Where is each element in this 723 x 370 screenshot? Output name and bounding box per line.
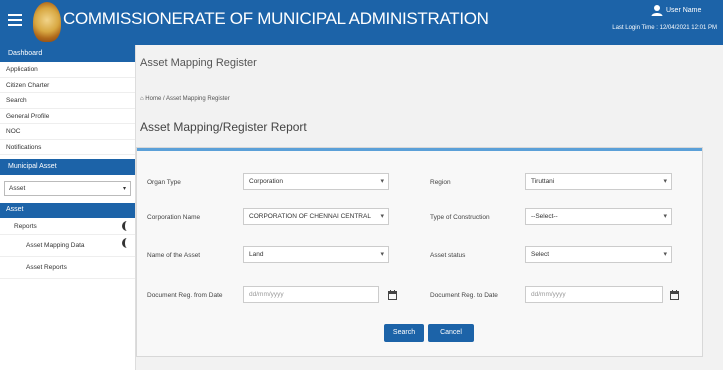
calendar-icon[interactable] (388, 290, 397, 300)
reg-from-date-label: Document Reg. from Date (147, 292, 223, 299)
chevron-down-icon: ▾ (122, 186, 126, 192)
sidebar-reports-label: Reports (14, 223, 37, 230)
construction-type-select[interactable]: --Select-- ▾ (525, 208, 672, 225)
collapse-arrow-icon (122, 238, 127, 248)
sidebar-module-title: Municipal Asset (0, 159, 135, 175)
corporation-name-label: Corporation Name (147, 214, 201, 221)
chevron-down-icon: ▾ (380, 213, 384, 220)
organ-type-select[interactable]: Corporation ▾ (243, 173, 389, 190)
breadcrumb-current: Asset Mapping Register (166, 96, 230, 102)
chevron-down-icon: ▾ (663, 213, 667, 220)
organ-type-value: Corporation (249, 178, 283, 185)
sidebar: Dashboard Application Citizen Charter Se… (0, 45, 136, 370)
chevron-down-icon: ▾ (663, 251, 667, 258)
sidebar-item-application[interactable]: Application (0, 62, 135, 78)
sidebar-section-title: Dashboard (0, 45, 135, 62)
sidebar-item-reports[interactable]: Reports (0, 218, 135, 235)
sidebar-module-value: Asset (9, 185, 26, 192)
sidebar-module-select[interactable]: Asset ▾ (4, 181, 131, 196)
region-label: Region (430, 179, 451, 186)
chevron-down-icon: ▾ (380, 251, 384, 258)
user-name[interactable]: User Name (666, 7, 701, 14)
region-select[interactable]: Tiruttani ▾ (525, 173, 672, 190)
sidebar-asset-header[interactable]: Asset (0, 203, 135, 218)
last-login-time: Last Login Time : 12/04/2021 12:01 PM (612, 25, 717, 31)
construction-type-label: Type of Construction (430, 214, 490, 221)
top-header: COMMISSIONERATE OF MUNICIPAL ADMINISTRAT… (0, 0, 723, 45)
cancel-button[interactable]: Cancel (428, 324, 474, 342)
reg-to-date-label: Document Reg. to Date (430, 292, 498, 299)
construction-type-value: --Select-- (531, 213, 558, 220)
asset-name-value: Land (249, 251, 264, 258)
user-icon[interactable] (651, 4, 663, 16)
corporation-name-select[interactable]: CORPORATION OF CHENNAI CENTRAL ▾ (243, 208, 389, 225)
collapse-arrow-icon (122, 221, 127, 231)
reg-from-date-input[interactable]: dd/mm/yyyy (243, 286, 379, 303)
calendar-icon[interactable] (670, 290, 679, 300)
chevron-down-icon: ▾ (663, 178, 667, 185)
chevron-down-icon: ▾ (380, 178, 384, 185)
sidebar-child-label: Asset Mapping Data (26, 242, 85, 249)
sidebar-item-asset-reports[interactable]: Asset Reports (0, 257, 135, 279)
government-emblem-logo (33, 2, 61, 42)
sidebar-child-label: Asset Reports (26, 264, 67, 271)
region-value: Tiruttani (531, 178, 555, 185)
breadcrumb: ⌂ Home / Asset Mapping Register (140, 96, 230, 102)
organ-type-label: Organ Type (147, 179, 181, 186)
page-title: Asset Mapping Register (140, 57, 257, 69)
asset-name-select[interactable]: Land ▾ (243, 246, 389, 263)
sidebar-item-notifications[interactable]: Notifications (0, 140, 135, 155)
sidebar-item-general-profile[interactable]: General Profile (0, 109, 135, 124)
search-button[interactable]: Search (384, 324, 424, 342)
sidebar-item-noc[interactable]: NOC (0, 124, 135, 140)
asset-status-value: Select (531, 251, 550, 258)
menu-toggle-icon[interactable] (8, 14, 22, 26)
report-title: Asset Mapping/Register Report (140, 120, 307, 134)
asset-status-select[interactable]: Select ▾ (525, 246, 672, 263)
breadcrumb-home-link[interactable]: ⌂ Home (140, 96, 161, 102)
sidebar-item-search[interactable]: Search (0, 93, 135, 109)
reg-to-date-input[interactable]: dd/mm/yyyy (525, 286, 663, 303)
asset-status-label: Asset status (430, 252, 466, 259)
corporation-name-value: CORPORATION OF CHENNAI CENTRAL (249, 213, 371, 220)
app-title: COMMISSIONERATE OF MUNICIPAL ADMINISTRAT… (63, 9, 489, 28)
sidebar-item-citizen-charter[interactable]: Citizen Charter (0, 78, 135, 93)
sidebar-item-asset-mapping-data[interactable]: Asset Mapping Data (0, 235, 135, 257)
asset-name-label: Name of the Asset (147, 252, 201, 259)
